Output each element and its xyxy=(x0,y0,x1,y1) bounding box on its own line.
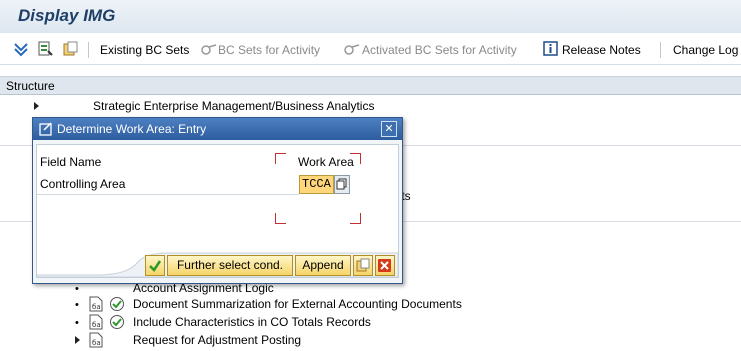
focus-corner xyxy=(275,153,286,164)
field-name-header: Field Name xyxy=(40,155,102,169)
focus-corner xyxy=(350,153,361,164)
close-icon[interactable]: ✕ xyxy=(381,121,397,137)
bc-sets-activity-icon xyxy=(200,41,218,60)
focus-corner xyxy=(275,213,286,224)
activated-bc-sets-icon xyxy=(343,41,361,60)
release-notes-button[interactable]: Release Notes xyxy=(562,43,641,57)
change-log-button[interactable]: Change Log xyxy=(673,43,738,57)
value-help-button[interactable] xyxy=(334,175,350,194)
dialog-title-bar: Determine Work Area: Entry ✕ xyxy=(33,118,402,140)
determine-work-area-dialog: Determine Work Area: Entry ✕ Field Name … xyxy=(32,117,403,284)
controlling-area-label: Controlling Area xyxy=(40,177,126,191)
focus-corner xyxy=(350,213,361,224)
work-area-header: Work Area xyxy=(298,155,354,169)
title-bar: Display IMG xyxy=(0,0,741,33)
expand-all-icon[interactable] xyxy=(13,41,29,60)
expand-arrow-icon[interactable] xyxy=(34,102,39,110)
bullet-icon: • xyxy=(75,283,79,295)
bc-sets-for-activity-button[interactable]: BC Sets for Activity xyxy=(218,43,320,57)
tree-row[interactable]: • ба Document Summarization for External… xyxy=(0,295,741,313)
toolbar-separator xyxy=(660,42,661,58)
dialog-title: Determine Work Area: Entry xyxy=(57,122,207,136)
clipboard-icon[interactable] xyxy=(62,41,78,60)
tree-row[interactable]: Strategic Enterprise Management/Business… xyxy=(0,97,741,115)
structure-header: Structure xyxy=(0,77,741,95)
cancel-icon[interactable] xyxy=(375,255,395,276)
bullet-icon: • xyxy=(75,299,79,311)
bullet-icon: • xyxy=(75,317,79,329)
controlling-area-input[interactable]: TCCA xyxy=(299,175,334,194)
activated-bc-sets-button[interactable]: Activated BC Sets for Activity xyxy=(362,43,517,57)
find-icon[interactable] xyxy=(37,41,53,60)
toolbar-separator xyxy=(88,42,89,58)
append-button[interactable]: Append xyxy=(295,255,351,276)
application-toolbar: Existing BC Sets BC Sets for Activity Ac… xyxy=(0,36,741,65)
copy-icon[interactable] xyxy=(353,255,373,276)
svg-text:ба: ба xyxy=(92,321,101,329)
svg-text:ба: ба xyxy=(92,339,101,347)
expand-arrow-icon[interactable] xyxy=(75,336,80,344)
structure-header-label: Structure xyxy=(6,79,55,93)
tree-row[interactable]: ба Request for Adjustment Posting xyxy=(0,331,741,349)
tree-node-label: Include Characteristics in CO Totals Rec… xyxy=(133,315,371,329)
tree-row[interactable]: • ба Include Characteristics in CO Total… xyxy=(0,313,741,331)
tree-node-label: Document Summarization for External Acco… xyxy=(133,297,462,311)
tree-node-label: Strategic Enterprise Management/Business… xyxy=(93,99,375,113)
confirm-check-button[interactable] xyxy=(145,255,165,276)
further-select-cond-button[interactable]: Further select cond. xyxy=(167,255,293,276)
dialog-entry-icon xyxy=(39,122,53,139)
document-icon[interactable]: ба xyxy=(89,332,103,351)
info-icon xyxy=(543,41,559,60)
svg-text:ба: ба xyxy=(92,303,101,311)
existing-bc-sets-button[interactable]: Existing BC Sets xyxy=(100,43,189,57)
window-title: Display IMG xyxy=(18,6,116,25)
row-divider xyxy=(37,194,299,195)
